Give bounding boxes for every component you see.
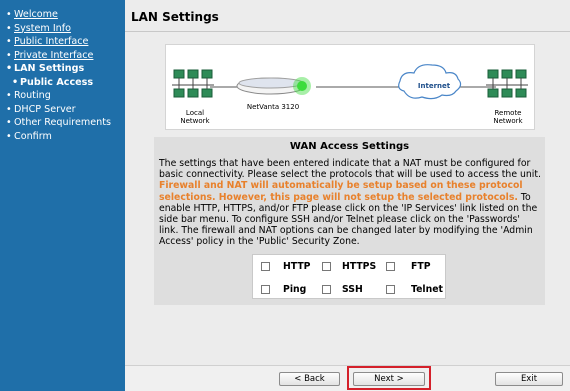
exit-button[interactable]: Exit xyxy=(495,372,563,386)
sidebar-item-public-interface[interactable]: • Public Interface xyxy=(6,35,125,49)
network-diagram-graphic xyxy=(172,64,528,100)
panel-title: WAN Access Settings xyxy=(289,141,410,152)
ftp-label: FTP xyxy=(411,261,431,272)
sidebar-item-label: Other Requirements xyxy=(14,117,111,128)
sidebar-item-public-access: • Public Access xyxy=(12,76,94,88)
internet-label: Internet xyxy=(417,82,451,90)
local-network-label: Local Network xyxy=(180,109,210,125)
sidebar-item-other-requirements: • Other Requirements xyxy=(6,117,111,128)
sidebar-item-label: Public Access xyxy=(20,76,94,88)
protocol-options: HTTP HTTPS FTP Ping SSH Telnet xyxy=(252,254,446,299)
next-button-highlight xyxy=(347,366,431,390)
sidebar-item-confirm: • Confirm xyxy=(6,130,52,142)
sidebar-item-welcome[interactable]: • Welcome xyxy=(6,8,125,22)
ping-label: Ping xyxy=(283,284,307,295)
sidebar-item-label: LAN Settings xyxy=(14,63,85,74)
sidebar-item-system-info[interactable]: • System Info xyxy=(6,22,125,36)
http-label: HTTP xyxy=(283,261,311,272)
sidebar-item-label[interactable]: Welcome xyxy=(14,9,58,20)
router-device-icon xyxy=(236,77,311,95)
back-button[interactable]: < Back xyxy=(279,372,340,386)
panel-description: The settings that have been entered indi… xyxy=(159,158,542,248)
sidebar-item-dhcp-server: • DHCP Server xyxy=(6,103,76,115)
sidebar-item-label: DHCP Server xyxy=(14,103,76,115)
remote-network-label: Remote Network xyxy=(493,109,523,125)
sidebar-nav: • Welcome • System Info • Public Interface … xyxy=(0,0,125,391)
sidebar-item-label: Routing xyxy=(14,90,51,101)
https-checkbox[interactable] xyxy=(322,262,331,271)
sidebar-item-label: Confirm xyxy=(14,130,52,142)
wan-access-panel: WAN Access Settings The settings that ha… xyxy=(154,137,545,305)
ftp-checkbox[interactable] xyxy=(386,262,395,271)
ssh-checkbox[interactable] xyxy=(322,285,331,294)
remote-network-icon xyxy=(486,69,528,98)
sidebar-item-label[interactable]: System Info xyxy=(14,23,71,34)
main-content: LAN Settings Local Network NetVanta 3120… xyxy=(125,0,570,391)
sidebar-item-label[interactable]: Private Interface xyxy=(14,50,93,61)
panel-warning-text: Firewall and NAT will automatically be s… xyxy=(159,180,523,203)
ping-checkbox[interactable] xyxy=(261,285,270,294)
local-network-icon xyxy=(172,69,214,98)
page-title: LAN Settings xyxy=(131,10,219,24)
sidebar-item-label[interactable]: Public Interface xyxy=(14,36,88,47)
panel-text-intro: The settings that have been entered indi… xyxy=(159,158,541,181)
title-divider xyxy=(125,31,570,32)
network-diagram: Local Network NetVanta 3120 Internet Rem… xyxy=(165,44,535,130)
device-label: NetVanta 3120 xyxy=(246,103,300,111)
sidebar-item-lan-settings: • LAN Settings xyxy=(6,63,85,74)
http-checkbox[interactable] xyxy=(261,262,270,271)
telnet-checkbox[interactable] xyxy=(386,285,395,294)
sidebar-item-routing: • Routing xyxy=(6,90,51,101)
ssh-label: SSH xyxy=(342,284,363,295)
https-label: HTTPS xyxy=(342,261,377,272)
sidebar-item-private-interface[interactable]: • Private Interface xyxy=(6,49,125,63)
telnet-label: Telnet xyxy=(411,284,443,295)
